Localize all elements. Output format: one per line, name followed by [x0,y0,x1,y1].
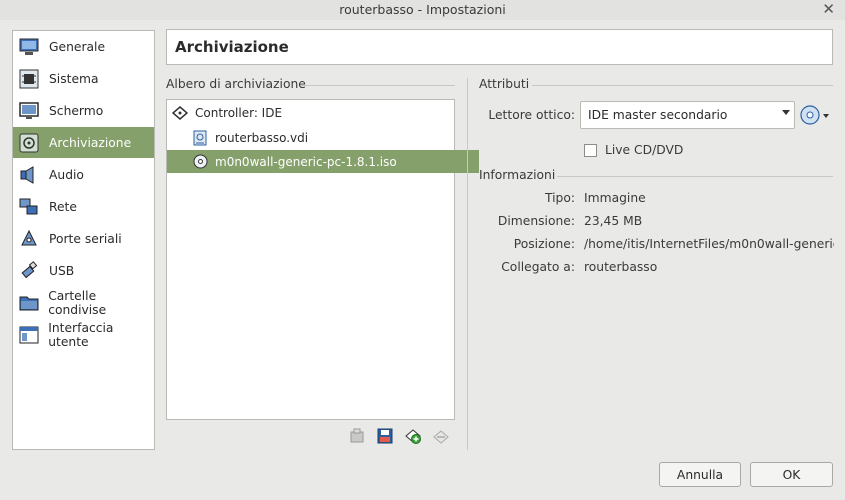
location-value: /home/itis/InternetFiles/m0n0wall-generi… [584,237,834,251]
tree-item-label: m0n0wall-generic-pc-1.8.1.iso [215,154,397,169]
cancel-button[interactable]: Annulla [659,462,741,487]
chevron-down-icon [782,110,790,115]
type-label: Tipo: [544,191,575,205]
sidebar-item-rete[interactable]: Rete [13,191,154,222]
sidebar-item-porte-seriali[interactable]: Porte seriali [13,223,154,254]
close-icon[interactable]: ✕ [822,0,835,18]
add-attachment-icon [405,428,421,447]
sidebar-item-audio[interactable]: Audio [13,159,154,190]
sidebar-item-interfaccia-utente[interactable]: Interfaccia utente [13,319,154,350]
network-icon [18,196,40,218]
page-header: Archiviazione [166,29,833,65]
hard-disk-icon [192,130,208,146]
sidebar-item-label: Cartelle condivise [48,288,107,317]
chip-icon [18,68,40,90]
section-divider [557,176,833,177]
tree-item-label: routerbasso.vdi [215,130,309,145]
serial-port-icon [18,228,40,250]
tree-controller-ide[interactable]: Controller: IDE [167,101,459,124]
add-attachment-button[interactable] [404,428,422,446]
window-title: routerbasso - Impostazioni [339,2,506,17]
optical-disc-icon [192,154,208,170]
sidebar-item-label: Schermo [49,103,104,118]
settings-sidebar: Generale Sistema Schermo Archiviazione A… [12,30,155,450]
usb-icon [18,260,40,282]
sidebar-item-sistema[interactable]: Sistema [13,63,154,94]
storage-icon [18,132,40,154]
display-icon [18,100,40,122]
monitor-icon [18,36,40,58]
remove-attachment-button[interactable] [432,428,450,446]
sidebar-item-label: Generale [49,39,106,54]
ui-window-icon [18,324,39,346]
live-cd-label: Live CD/DVD [605,143,684,157]
sidebar-item-label: Archiviazione [49,135,132,150]
sidebar-item-label: Interfaccia utente [48,320,114,349]
attached-label: Collegato a: [501,260,575,274]
pane-divider [467,78,468,450]
sidebar-item-usb[interactable]: USB [13,255,154,286]
optical-drive-select[interactable]: IDE master secondario [580,101,795,129]
attributes-title: Attributi [479,77,530,91]
info-title: Informazioni [479,168,556,182]
remove-attachment-icon [433,428,449,447]
controller-label: Controller: IDE [195,105,283,120]
type-value: Immagine [584,191,646,205]
sidebar-item-cartelle-condivise[interactable]: Cartelle condivise [13,287,154,318]
storage-tree[interactable]: Controller: IDE routerbasso.vdi m0n0wall… [166,99,479,420]
folder-icon [18,292,39,314]
section-divider [301,85,455,86]
storage-tree-title: Albero di archiviazione [166,77,306,91]
sidebar-item-label: Audio [49,167,84,182]
page-title: Archiviazione [175,38,289,56]
remove-controller-button[interactable] [376,428,394,446]
sidebar-item-label: Rete [49,199,77,214]
attached-value: routerbasso [584,260,658,274]
sidebar-item-archiviazione[interactable]: Archiviazione [13,127,154,158]
tree-item-optical-disc[interactable]: m0n0wall-generic-pc-1.8.1.iso [167,150,479,173]
optical-disc-menu-icon [800,105,832,129]
size-label: Dimensione: [497,214,575,228]
title-bar: routerbasso - Impostazioni ✕ [0,0,845,20]
add-controller-button[interactable] [348,428,366,446]
optical-drive-value: IDE master secondario [588,108,728,122]
sidebar-item-label: Porte seriali [49,231,122,246]
tree-item-hard-disk[interactable]: routerbasso.vdi [167,126,479,149]
sidebar-item-label: Sistema [49,71,99,86]
size-value: 23,45 MB [584,214,643,228]
sidebar-item-generale[interactable]: Generale [13,31,154,62]
controller-icon [172,105,188,121]
choose-disk-button[interactable] [800,104,832,126]
live-cd-checkbox[interactable] [584,144,597,157]
floppy-icon [377,428,393,447]
section-divider [532,85,833,86]
sidebar-item-label: USB [49,263,75,278]
speaker-icon [18,164,40,186]
ok-button[interactable]: OK [750,462,833,487]
location-label: Posizione: [513,237,575,251]
add-controller-icon [349,428,365,447]
optical-drive-label: Lettore ottico: [488,108,575,122]
sidebar-item-schermo[interactable]: Schermo [13,95,154,126]
